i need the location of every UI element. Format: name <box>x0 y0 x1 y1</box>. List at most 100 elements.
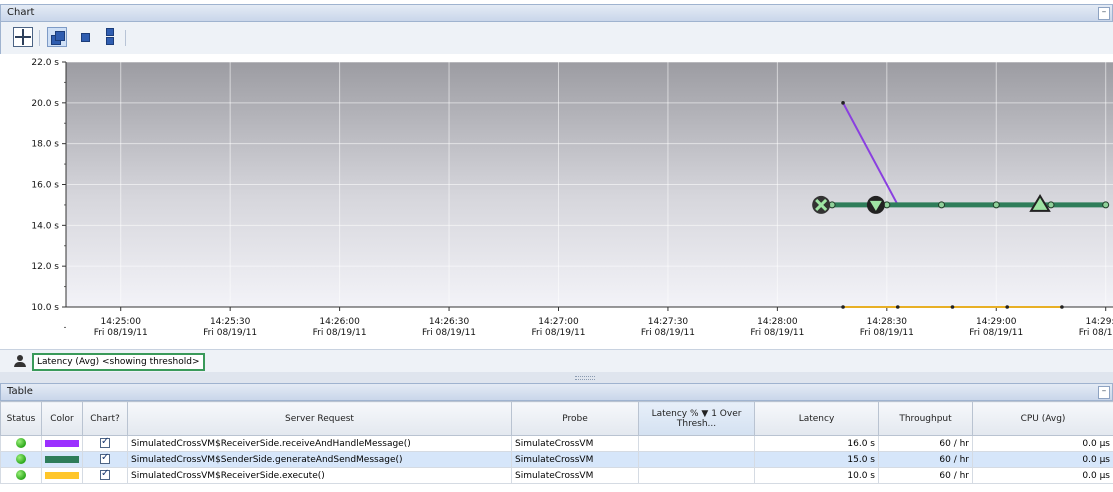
chart-checkbox[interactable] <box>100 437 110 449</box>
latency-pct-cell <box>638 435 755 452</box>
x-tick-date: Fri 08/19/11 <box>94 328 148 338</box>
series-color-swatch <box>45 439 79 447</box>
column-header-latency[interactable]: Latency <box>754 401 879 436</box>
toolbar-separator <box>39 30 40 46</box>
column-header-color[interactable]: Color <box>41 401 83 436</box>
x-tick-date: Fri 08/19/11 <box>641 328 695 338</box>
probe-cell: SimulateCrossVM <box>511 451 639 468</box>
table-collapse-button[interactable]: – <box>1098 386 1110 399</box>
legend-bar: Latency (Avg) <showing threshold> <box>0 349 1113 372</box>
chart-checkbox <box>82 451 128 468</box>
x-tick-date: Fri 08/19/11 <box>1079 328 1113 338</box>
y-tick-label: 12.0 s <box>31 262 59 272</box>
column-header-server-request[interactable]: Server Request <box>127 401 512 436</box>
throughput-cell: 60 / hr <box>878 451 973 468</box>
y-tick-label: 16.0 s <box>31 181 59 191</box>
chart-collapse-button[interactable]: – <box>1098 7 1110 20</box>
y-tick-label: 20.0 s <box>31 99 59 109</box>
toolbar-separator <box>125 30 126 46</box>
x-tick-time: 14:25:00 <box>101 317 142 327</box>
table-header-row: Status Color Chart? Server Request Probe… <box>0 401 1113 436</box>
series-point <box>1060 305 1064 309</box>
series-point <box>1047 201 1055 209</box>
marker-down-triangle-icon <box>866 195 885 214</box>
chart-panel-header: Chart – <box>0 4 1113 22</box>
cpu-cell: 0.0 µs <box>972 435 1113 452</box>
x-tick-time: 14:27:00 <box>538 317 579 327</box>
chart-checkbox[interactable] <box>100 453 110 465</box>
probe-cell: SimulateCrossVM <box>511 435 639 452</box>
y-tick-label: 18.0 s <box>31 140 59 150</box>
latency-cell: 16.0 s <box>754 435 879 452</box>
column-header-status[interactable]: Status <box>0 401 42 436</box>
throughput-cell: 60 / hr <box>878 435 973 452</box>
x-tick-time: 14:25:30 <box>210 317 251 327</box>
table-row[interactable]: SimulatedCrossVM$ReceiverSide.receiveAnd… <box>0 435 1113 452</box>
panel-splitter[interactable] <box>0 372 1113 383</box>
color-swatch <box>41 435 83 452</box>
series-point <box>1102 201 1110 209</box>
series-color-swatch <box>45 471 79 479</box>
color-swatch <box>41 467 83 484</box>
grid-toggle-icon[interactable] <box>13 27 33 47</box>
x-tick-time: 14:26:00 <box>319 317 360 327</box>
chart-checkbox <box>82 467 128 484</box>
column-header-cpu[interactable]: CPU (Avg) <box>972 401 1113 436</box>
stacked-chart-icon[interactable] <box>101 27 121 47</box>
latency-chart[interactable]: 10.0 s 12.0 s 14.0 s 16.0 s 18.0 s 20.0 s 22.0… <box>0 56 1113 348</box>
chart-panel-title: Chart <box>7 7 35 18</box>
status-dot-icon <box>16 470 26 481</box>
status-indicator <box>0 467 42 484</box>
probe-cell: SimulateCrossVM <box>511 467 639 484</box>
x-tick-date: Fri 08/19/11 <box>422 328 476 338</box>
column-header-chart[interactable]: Chart? <box>82 401 128 436</box>
series-point <box>950 305 955 309</box>
latency-cell: 15.0 s <box>754 451 879 468</box>
y-tick-label: 10.0 s <box>31 303 59 313</box>
chart-toolbar <box>0 22 1113 54</box>
x-tick-time: 14:27:30 <box>648 317 689 327</box>
latency-pct-cell <box>638 451 755 468</box>
column-header-latency-pct[interactable]: Latency % ▼ 1 Over Thresh... <box>638 401 755 436</box>
latency-cell: 10.0 s <box>754 467 879 484</box>
latency-pct-cell <box>638 467 755 484</box>
server-request-cell: SimulatedCrossVM$ReceiverSide.receiveAnd… <box>127 435 512 452</box>
x-tick-time: 14:26:30 <box>429 317 470 327</box>
x-tick-date: Fri 08/19/11 <box>969 328 1023 338</box>
server-request-cell: SimulatedCrossVM$ReceiverSide.execute() <box>127 467 512 484</box>
series-color-swatch <box>45 455 79 463</box>
series-point <box>1005 305 1010 309</box>
status-indicator <box>0 435 42 452</box>
table-row[interactable]: SimulatedCrossVM$ReceiverSide.execute()S… <box>0 467 1113 484</box>
x-tick-time: 14:28:30 <box>867 317 908 327</box>
user-icon[interactable] <box>14 355 26 367</box>
column-header-throughput[interactable]: Throughput <box>878 401 973 436</box>
column-header-probe[interactable]: Probe <box>511 401 639 436</box>
chart-checkbox <box>82 435 128 452</box>
series-point <box>841 305 845 309</box>
x-tick-date: Fri 08/19/11 <box>860 328 914 338</box>
x-tick-time: 14:28:00 <box>757 317 798 327</box>
x-tick-date: Fri 08/19/11 <box>203 328 257 338</box>
cpu-cell: 0.0 µs <box>972 451 1113 468</box>
x-tick-date: Fri 08/19/11 <box>313 328 367 338</box>
server-request-cell: SimulatedCrossVM$SenderSide.generateAndS… <box>127 451 512 468</box>
series-point <box>992 201 1000 209</box>
x-tick-date: Fri 08/19/11 <box>531 328 585 338</box>
x-tick-time: 14:29:00 <box>976 317 1017 327</box>
y-tick-label: 14.0 s <box>31 221 59 231</box>
series-point <box>895 305 900 309</box>
cpu-cell: 0.0 µs <box>972 467 1113 484</box>
y-tick-label: 22.0 s <box>31 58 59 68</box>
table-panel-header: Table – <box>0 383 1113 401</box>
table-panel-title: Table <box>7 386 33 397</box>
color-swatch <box>41 451 83 468</box>
single-chart-icon[interactable] <box>77 27 97 47</box>
multi-chart-icon[interactable] <box>47 27 67 47</box>
x-tick-date: Fri 08/19/11 <box>750 328 804 338</box>
table-row[interactable]: SimulatedCrossVM$SenderSide.generateAndS… <box>0 451 1113 468</box>
status-indicator <box>0 451 42 468</box>
throughput-cell: 60 / hr <box>878 467 973 484</box>
legend-entry[interactable]: Latency (Avg) <showing threshold> <box>32 353 205 371</box>
chart-checkbox[interactable] <box>100 469 110 481</box>
